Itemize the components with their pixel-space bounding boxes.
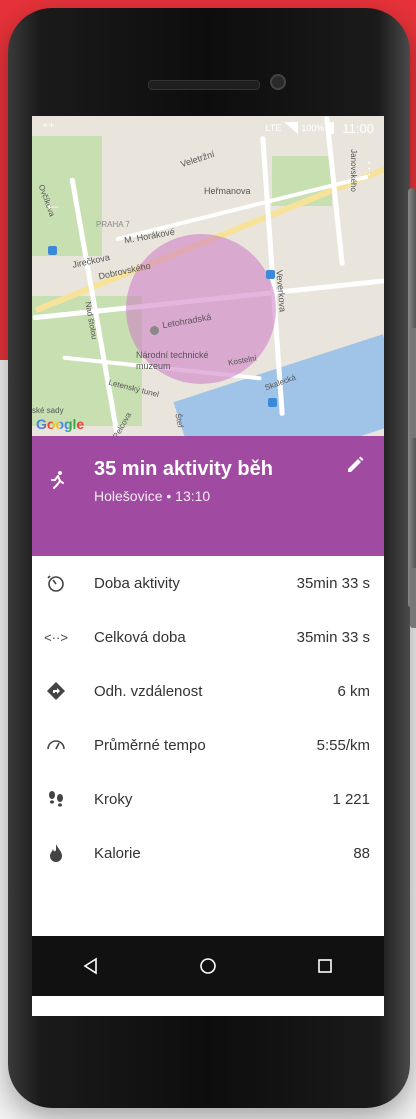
stat-value: 88: [353, 844, 370, 862]
nav-recents-button[interactable]: [313, 954, 337, 978]
stat-row-active-time: Doba aktivity 35min 33 s: [32, 556, 384, 610]
stat-label: Průměrné tempo: [94, 736, 206, 754]
edit-icon[interactable]: [346, 456, 364, 474]
stat-value: 6 km: [337, 682, 370, 700]
stat-label: Doba aktivity: [94, 574, 180, 592]
running-icon: [51, 471, 64, 489]
flame-icon: [50, 844, 62, 862]
stat-label: Kroky: [94, 790, 133, 808]
activity-title: 35 min aktivity běh: [94, 458, 273, 480]
map-label: Heřmanova: [204, 186, 251, 196]
stat-label: Odh. vzdálenost: [94, 682, 203, 700]
map-poi-marker: [48, 246, 57, 255]
status-bar: ⁺⁺ LTE 100% 11:00: [32, 116, 384, 140]
map-poi-marker: [268, 398, 277, 407]
route-map[interactable]: Veletržní Heřmanova Janovského Ovčíkova …: [32, 116, 384, 488]
phone-screen: Veletržní Heřmanova Janovského Ovčíkova …: [32, 116, 384, 1016]
speed-gauge-icon: [47, 740, 65, 750]
nav-back-button[interactable]: [79, 954, 103, 978]
phone-device: Veletržní Heřmanova Janovského Ovčíkova …: [8, 8, 416, 1108]
google-logo: Google: [36, 416, 84, 432]
stat-label: Kalorie: [94, 844, 141, 862]
back-triangle-icon: [83, 957, 97, 975]
stat-row-distance: Odh. vzdálenost 6 km: [32, 664, 384, 718]
more-options-icon[interactable]: · · ·: [367, 155, 372, 183]
stat-value: 5:55/km: [316, 736, 370, 754]
map-label: Janovského: [348, 149, 358, 192]
stat-value: 35min 33 s: [296, 574, 370, 592]
stat-row-pace: Průměrné tempo 5:55/km: [32, 718, 384, 772]
timer-icon: [47, 575, 64, 592]
android-nav-bar: [32, 936, 384, 996]
activity-subtitle: Holešovice • 13:10: [94, 488, 211, 504]
map-label: Národní technické muzeum: [136, 350, 209, 371]
status-time: 11:00: [342, 120, 374, 136]
battery-percent: 100%: [301, 123, 325, 133]
museum-marker: [150, 326, 159, 335]
stat-label: Celková doba: [94, 628, 186, 646]
power-button: [410, 568, 416, 628]
stat-row-steps: Kroky 1 221: [32, 772, 384, 826]
google-logo-text: Google: [36, 416, 85, 432]
stats-list: Doba aktivity 35min 33 s <··> Celková do…: [32, 556, 384, 880]
navigation-diamond-icon: [47, 682, 65, 700]
nav-home-button[interactable]: [196, 954, 220, 978]
code-arrows-icon: <··>: [44, 629, 68, 645]
map-label: ské sady: [32, 406, 64, 415]
stat-value: 35min 33 s: [296, 628, 370, 646]
activity-header: 35 min aktivity běh Holešovice • 13:10: [32, 436, 384, 556]
recents-square-icon: [318, 959, 333, 973]
map-label: Veletržní: [179, 148, 216, 170]
front-camera: [270, 74, 286, 90]
stat-row-total-time: <··> Celková doba 35min 33 s: [32, 610, 384, 664]
back-arrow-icon[interactable]: ←: [44, 194, 62, 215]
earpiece-speaker: [148, 80, 260, 90]
home-circle-icon: [200, 958, 216, 974]
map-label: PRAHA 7: [96, 220, 130, 229]
stat-row-calories: Kalorie 88: [32, 826, 384, 880]
map-poi-marker: [266, 270, 275, 279]
battery-icon: [327, 122, 335, 134]
stat-value: 1 221: [332, 790, 370, 808]
notification-icon: ⁺⁺: [42, 120, 55, 134]
signal-icon: [284, 122, 299, 134]
footsteps-icon: [49, 791, 63, 807]
lte-indicator: LTE: [265, 123, 282, 133]
volume-button: [410, 328, 416, 438]
